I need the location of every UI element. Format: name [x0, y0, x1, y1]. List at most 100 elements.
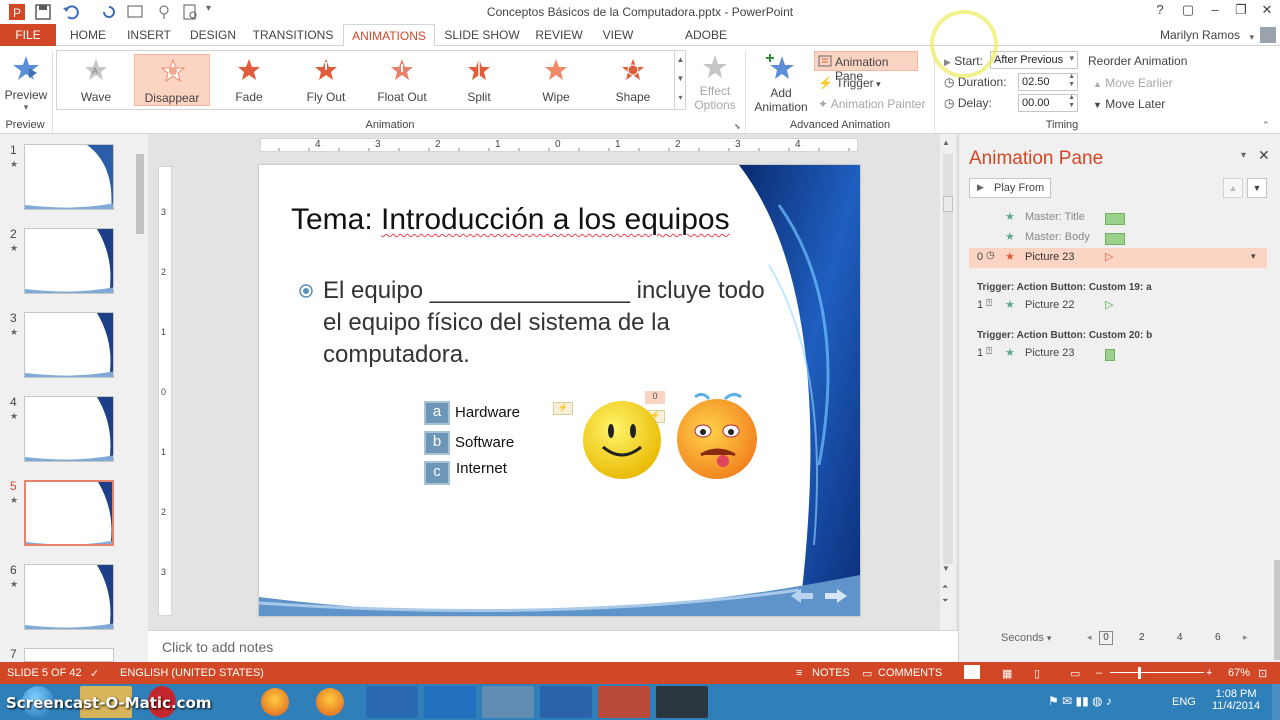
gallery-disappear[interactable]: Disappear [134, 54, 210, 106]
gallery-split[interactable]: Split [441, 54, 517, 106]
slide-thumbnail-4[interactable] [24, 396, 114, 462]
slide-nav-arrows[interactable] [789, 587, 849, 605]
gallery-scroll[interactable]: ▲ ▼ ▾ [674, 50, 686, 110]
move-earlier-button[interactable]: ▲ Move Earlier [1093, 76, 1173, 90]
show-desktop-button[interactable] [1272, 684, 1280, 720]
language-indicator[interactable]: ENGLISH (UNITED STATES) [120, 667, 264, 679]
zoom-in-icon[interactable]: + [1206, 667, 1212, 679]
effect-options-button[interactable]: Effect Options [692, 52, 738, 114]
animation-pane-button[interactable]: Animation Pane [814, 51, 918, 83]
language-tray[interactable]: ENG [1172, 696, 1196, 708]
next-slide-icon[interactable]: ⏷ [942, 596, 948, 606]
gallery-shape[interactable]: Shape [595, 54, 671, 106]
tab-insert[interactable]: INSERT [122, 24, 176, 46]
avatar[interactable] [1260, 27, 1276, 43]
answer-button-c[interactable]: c [424, 461, 450, 485]
gallery-fade[interactable]: Fade [211, 54, 287, 106]
fit-slide-icon[interactable]: ⊡ [1258, 667, 1267, 680]
slide-thumbnail-2[interactable] [24, 228, 114, 294]
calculator-icon[interactable] [482, 686, 534, 718]
slide-canvas[interactable]: Tema: Introducción a los equipos El equi… [259, 165, 860, 616]
play-from-button[interactable]: ▶ Play From [969, 178, 1051, 198]
zoom-slider-thumb[interactable] [1138, 667, 1141, 679]
slide-thumbnail-5[interactable] [24, 480, 114, 546]
seconds-dropdown[interactable]: Seconds ▾ [1001, 632, 1051, 644]
pane-options-icon[interactable]: ▾ [1241, 150, 1246, 161]
preview-button[interactable]: Preview ▾ [4, 50, 48, 114]
zoom-slider[interactable] [1110, 672, 1204, 673]
user-account[interactable]: Marilyn Ramos [1160, 28, 1240, 42]
sad-smiley-picture[interactable] [673, 389, 761, 481]
item-dropdown-icon[interactable]: ▾ [1251, 251, 1256, 262]
close-pane-icon[interactable]: ✕ [1258, 147, 1270, 164]
gallery-float-out[interactable]: Float Out [364, 54, 440, 106]
ribbon-display-options-icon[interactable]: ▢ [1175, 2, 1201, 20]
powerpoint-taskbar-icon[interactable] [598, 686, 650, 718]
trigger-button[interactable]: ⚡ Trigger ▾ [818, 76, 881, 90]
move-down-icon[interactable]: ▼ [1247, 178, 1267, 198]
move-later-button[interactable]: ▼ Move Later [1093, 97, 1165, 111]
firefox-icon[interactable] [261, 688, 289, 716]
animation-item[interactable]: ★ Master: Title [969, 208, 1269, 228]
editor-scrollbar[interactable]: ▲ ▼ ⏶ ⏷ [940, 134, 956, 630]
tab-slide-show[interactable]: SLIDE SHOW [444, 24, 520, 46]
tab-view[interactable]: VIEW [596, 24, 640, 46]
tab-transitions[interactable]: TRANSITIONS [250, 24, 336, 46]
animation-item[interactable]: 1 ⍐ ★ Picture 22 ▷ [969, 296, 1269, 316]
notes-button[interactable]: NOTES [812, 667, 850, 679]
word-icon[interactable] [540, 686, 592, 718]
spelling-check-icon[interactable]: ✓ [90, 667, 99, 680]
clock[interactable]: 1:08 PM 11/4/2014 [1212, 688, 1260, 712]
tray-icons[interactable]: ⚑ ✉ ▮▮ ◍ ♪ [1048, 694, 1112, 708]
slide-thumbnail-7[interactable] [24, 648, 114, 662]
slide-thumbnail-3[interactable] [24, 312, 114, 378]
slide-show-icon[interactable]: ▭ [1070, 667, 1080, 680]
timeline-right-icon[interactable]: ▸ [1243, 632, 1248, 643]
notes-pane[interactable]: Click to add notes [148, 630, 958, 662]
collapse-ribbon-icon[interactable]: ⌃ [1262, 120, 1270, 131]
dialog-launcher-icon[interactable]: ⬊ [734, 122, 741, 131]
animation-painter-button[interactable]: ✦ Animation Painter [818, 97, 925, 111]
gallery-wipe[interactable]: Wipe [518, 54, 594, 106]
slide-thumbnail-1[interactable] [24, 144, 114, 210]
timeline-left-icon[interactable]: ◂ [1087, 632, 1092, 643]
tab-adobe-presenter[interactable]: ADOBE PRESENTER [650, 24, 762, 64]
tab-animations[interactable]: ANIMATIONS [343, 24, 435, 47]
add-animation-button[interactable]: Add Animation [750, 50, 812, 116]
tab-home[interactable]: HOME [62, 24, 114, 46]
slide-body-text[interactable]: El equipo _______________ incluye todo e… [323, 275, 765, 371]
reading-view-icon[interactable]: ▯ [1034, 667, 1040, 680]
help-button[interactable]: ? [1147, 2, 1173, 20]
answer-button-b[interactable]: b [424, 431, 450, 455]
answer-button-a[interactable]: a [424, 401, 450, 425]
gallery-fly-out[interactable]: Fly Out [288, 54, 364, 106]
scroll-down-icon[interactable]: ▼ [942, 564, 950, 573]
outlook-icon[interactable] [424, 686, 476, 718]
duration-spinner[interactable]: ▲ ▼ [1068, 73, 1075, 89]
minimize-icon[interactable]: – [1202, 2, 1228, 20]
tab-file[interactable]: FILE [0, 24, 56, 46]
notes-placeholder[interactable]: Click to add notes [162, 639, 273, 655]
comments-button[interactable]: COMMENTS [878, 667, 942, 679]
gallery-wave[interactable]: A Wave [58, 54, 134, 106]
happy-smiley-picture[interactable] [581, 399, 663, 481]
animation-item-selected[interactable]: 0 ◷ ★ Picture 23 ▷ ▾ [969, 248, 1267, 268]
previous-slide-icon[interactable]: ⏶ [942, 582, 948, 592]
delay-spinner[interactable]: ▲ ▼ [1068, 94, 1075, 110]
start-select[interactable]: After Previous ▾ [990, 51, 1078, 69]
animation-item[interactable]: 1 ⍐ ★ Picture 23 [969, 344, 1269, 364]
close-icon[interactable]: ✕ [1254, 2, 1280, 20]
slide-title[interactable]: Tema: Introducción a los equipos [291, 203, 730, 237]
scrollbar-thumb[interactable] [136, 154, 144, 234]
tab-review[interactable]: REVIEW [530, 24, 588, 46]
slide-sorter-icon[interactable]: ▦ [1002, 667, 1012, 680]
trigger-tag-icon[interactable]: ⚡ [553, 402, 573, 415]
normal-view-icon[interactable] [964, 665, 980, 679]
slide-thumbnail-6[interactable] [24, 564, 114, 630]
account-dropdown-icon[interactable]: ▾ [1249, 32, 1254, 43]
delay-input[interactable]: 00.00 ▲ ▼ [1018, 94, 1078, 112]
zoom-out-icon[interactable]: – [1096, 667, 1102, 679]
screen-recorder-icon[interactable] [656, 686, 708, 718]
zoom-level[interactable]: 67% [1228, 667, 1250, 679]
pane-scrollbar[interactable] [1274, 560, 1280, 660]
